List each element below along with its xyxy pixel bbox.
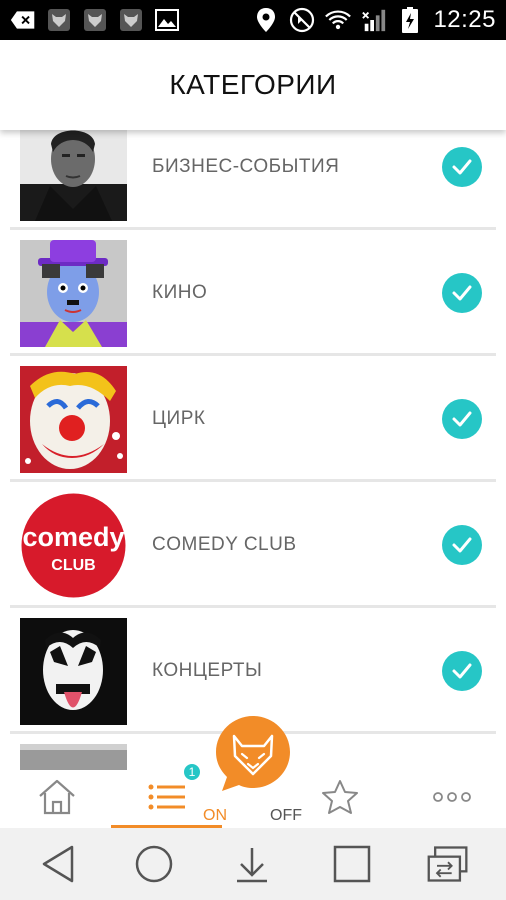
check-icon[interactable] xyxy=(442,147,482,187)
partial-photo xyxy=(20,744,127,770)
business-photo xyxy=(20,130,127,221)
check-icon[interactable] xyxy=(442,399,482,439)
fox-notification-icon xyxy=(118,7,144,33)
status-bar: 12:25 xyxy=(0,0,506,40)
notifications-button[interactable] xyxy=(230,842,274,886)
chaplin-photo xyxy=(20,240,127,347)
category-label: КИНО xyxy=(152,282,208,303)
home-button[interactable] xyxy=(132,842,176,886)
category-label: COMEDY CLUB xyxy=(152,534,297,555)
comedy-logo-text: comedy xyxy=(22,522,124,552)
category-row-kino[interactable]: КИНО xyxy=(10,230,496,356)
back-notification-icon xyxy=(10,7,36,33)
kiss-photo xyxy=(20,618,127,725)
nav-home[interactable] xyxy=(30,770,84,828)
check-icon[interactable] xyxy=(442,525,482,565)
more-icon xyxy=(432,790,472,808)
mute-icon xyxy=(289,7,315,33)
signal-icon xyxy=(361,7,387,33)
recents-button[interactable] xyxy=(330,842,374,886)
check-icon[interactable] xyxy=(442,651,482,691)
app-bar: КАТЕГОРИИ xyxy=(0,40,506,130)
switch-windows-icon xyxy=(427,846,468,882)
image-icon xyxy=(154,7,180,33)
club-logo-text: CLUB xyxy=(51,557,95,574)
notification-icons xyxy=(10,7,180,33)
nav-favorites[interactable] xyxy=(318,770,362,828)
location-icon xyxy=(253,7,279,33)
clock: 12:25 xyxy=(433,6,496,33)
nav-more[interactable] xyxy=(428,770,476,828)
page-title: КАТЕГОРИИ xyxy=(169,69,337,100)
wifi-icon xyxy=(325,7,352,33)
notification-badge: 1 xyxy=(182,762,202,782)
download-arrow-icon xyxy=(237,848,267,883)
category-row-business[interactable]: БИЗНЕС-СОБЫТИЯ xyxy=(10,130,496,230)
battery-charging-icon xyxy=(397,7,423,33)
category-row-circus[interactable]: ЦИРК xyxy=(10,356,496,482)
comedy-club-logo: comedy CLUB xyxy=(20,492,127,599)
home-icon xyxy=(37,778,77,821)
category-list[interactable]: БИЗНЕС-СОБЫТИЯ КИНО ЦИРК comedy CLUB COM… xyxy=(0,130,506,770)
system-navigation-bar xyxy=(0,828,506,900)
toggle-off-label[interactable]: OFF xyxy=(270,807,302,825)
fox-toggle-button[interactable] xyxy=(214,714,292,792)
square-icon xyxy=(333,845,371,883)
home-circle-icon xyxy=(135,845,173,883)
list-icon xyxy=(147,782,187,817)
toggle-on-label[interactable]: ON xyxy=(203,807,227,825)
fox-notification-icon xyxy=(82,7,108,33)
clown-photo xyxy=(20,366,127,473)
back-button[interactable] xyxy=(36,842,80,886)
category-row-comedy-club[interactable]: comedy CLUB COMEDY CLUB xyxy=(10,482,496,608)
system-icons: 12:25 xyxy=(253,0,496,40)
star-icon xyxy=(321,779,359,820)
check-icon[interactable] xyxy=(442,273,482,313)
back-triangle-icon xyxy=(42,845,74,883)
fox-notification-icon xyxy=(46,7,72,33)
fox-icon xyxy=(216,716,290,791)
category-label: ЦИРК xyxy=(152,408,206,429)
switch-app-button[interactable] xyxy=(426,842,470,886)
category-label: БИЗНЕС-СОБЫТИЯ xyxy=(152,156,340,177)
